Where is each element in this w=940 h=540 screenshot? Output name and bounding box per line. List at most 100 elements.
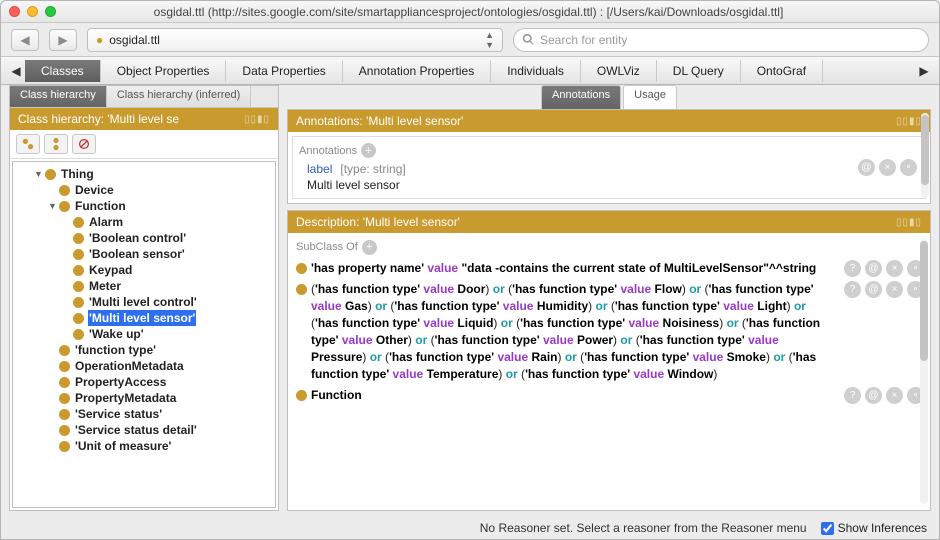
description-header-title: Description: 'Multi level sensor' xyxy=(296,215,460,229)
tree-node[interactable]: Keypad xyxy=(19,262,271,278)
tree-node[interactable]: 'Multi level control' xyxy=(19,294,271,310)
tree-node-label: 'Multi level control' xyxy=(88,294,198,310)
back-button[interactable]: ◀ xyxy=(11,29,39,51)
tab-annotation-properties[interactable]: Annotation Properties xyxy=(343,60,491,82)
annotations-panel: Annotations: 'Multi level sensor' ▯▯▮▯ A… xyxy=(287,109,931,204)
details-column: AnnotationsUsage Annotations: 'Multi lev… xyxy=(287,85,931,511)
search-input[interactable]: Search for entity xyxy=(513,28,929,52)
class-icon xyxy=(59,409,70,420)
tree-node-label: Device xyxy=(74,182,115,198)
delete-class-button[interactable] xyxy=(72,134,96,154)
axiom-row[interactable]: Function?@×∘ xyxy=(296,387,924,404)
disclosure-icon[interactable]: ▼ xyxy=(47,198,58,214)
add-axiom-button[interactable]: + xyxy=(362,240,377,255)
annotations-section-label: Annotations + xyxy=(299,143,919,158)
tab-dl-query[interactable]: DL Query xyxy=(657,60,741,82)
tree-node[interactable]: ▼Thing xyxy=(19,166,271,182)
annotation-more-button[interactable]: ∘ xyxy=(900,159,917,176)
annotation-property: label xyxy=(307,162,332,176)
annotation-at-button[interactable]: @ xyxy=(858,159,875,176)
disclosure-icon[interactable]: ▼ xyxy=(33,166,44,182)
tree-node[interactable]: 'Unit of measure' xyxy=(19,438,271,454)
tab-ontograf[interactable]: OntoGraf xyxy=(741,60,823,82)
axiom-action-button[interactable]: @ xyxy=(865,387,882,404)
show-inferences-checkbox[interactable] xyxy=(821,522,834,535)
class-icon xyxy=(73,281,84,292)
axiom-row[interactable]: 'has property name' value "data -contain… xyxy=(296,260,924,277)
tree-node[interactable]: 'Boolean control' xyxy=(19,230,271,246)
ontology-dropdown[interactable]: ● osgidal.ttl ▲▼ xyxy=(87,28,503,52)
tree-node[interactable]: OperationMetadata xyxy=(19,358,271,374)
tabbar-scroll-right[interactable]: ▶ xyxy=(915,61,933,81)
tree-node-label: OperationMetadata xyxy=(74,358,185,374)
add-annotation-button[interactable]: + xyxy=(361,143,376,158)
class-icon xyxy=(45,169,56,180)
axiom-row[interactable]: ('has function type' value Door) or ('ha… xyxy=(296,281,924,383)
axiom-action-button[interactable]: @ xyxy=(865,260,882,277)
panel-controls-icon[interactable]: ▯▯▮▯ xyxy=(244,114,270,125)
tab-object-properties[interactable]: Object Properties xyxy=(101,60,227,82)
axiom-action-button[interactable]: × xyxy=(886,387,903,404)
forward-button[interactable]: ▶ xyxy=(49,29,77,51)
class-tree[interactable]: ▼ThingDevice▼FunctionAlarm'Boolean contr… xyxy=(12,161,276,508)
class-icon xyxy=(296,263,307,274)
panel-controls-icon[interactable]: ▯▯▮▯ xyxy=(896,217,922,228)
tab-individuals[interactable]: Individuals xyxy=(491,60,581,82)
tree-node[interactable]: 'Service status detail' xyxy=(19,422,271,438)
axiom-action-button[interactable]: ? xyxy=(844,260,861,277)
main-window: osgidal.ttl (http://sites.google.com/sit… xyxy=(0,0,940,540)
class-icon xyxy=(296,390,307,401)
class-icon xyxy=(73,249,84,260)
show-inferences-label: Show Inferences xyxy=(838,521,927,535)
axiom-text: 'has property name' value "data -contain… xyxy=(311,260,834,277)
tree-node[interactable]: 'Boolean sensor' xyxy=(19,246,271,262)
tree-node[interactable]: PropertyMetadata xyxy=(19,390,271,406)
annotation-row[interactable]: label [type: string] xyxy=(307,162,919,176)
axiom-action-button[interactable]: @ xyxy=(865,281,882,298)
hierarchy-header: Class hierarchy: 'Multi level se ▯▯▮▯ xyxy=(10,108,278,130)
annotations-section-text: Annotations xyxy=(299,145,357,157)
details-tab-annotations[interactable]: Annotations xyxy=(541,85,621,109)
class-icon xyxy=(59,361,70,372)
show-inferences-toggle[interactable]: Show Inferences xyxy=(821,521,927,535)
hierarchy-tab-0[interactable]: Class hierarchy xyxy=(10,86,107,107)
axiom-actions: ?@×∘ xyxy=(844,260,924,277)
hierarchy-tab-1[interactable]: Class hierarchy (inferred) xyxy=(107,86,251,107)
add-sibling-button[interactable] xyxy=(16,134,40,154)
add-child-button[interactable] xyxy=(44,134,68,154)
scrollbar-thumb[interactable] xyxy=(920,241,928,361)
details-tab-usage[interactable]: Usage xyxy=(623,85,677,109)
annotation-delete-button[interactable]: × xyxy=(879,159,896,176)
axiom-action-button[interactable]: × xyxy=(886,281,903,298)
tree-node[interactable]: 'Wake up' xyxy=(19,326,271,342)
tree-node[interactable]: Alarm xyxy=(19,214,271,230)
tab-classes[interactable]: Classes xyxy=(25,60,101,82)
details-subtabs: AnnotationsUsage xyxy=(287,85,931,109)
tree-node[interactable]: ▼Function xyxy=(19,198,271,214)
tabbar-scroll-left[interactable]: ◀ xyxy=(7,61,25,81)
hierarchy-toolbar xyxy=(10,130,278,159)
axiom-action-button[interactable]: ? xyxy=(844,281,861,298)
ontology-icon: ● xyxy=(96,33,103,47)
panel-controls-icon[interactable]: ▯▯▮▯ xyxy=(896,116,922,127)
tree-node[interactable]: 'Service status' xyxy=(19,406,271,422)
description-body: SubClass Of + 'has property name' value … xyxy=(288,233,930,423)
axiom-action-button[interactable]: ? xyxy=(844,387,861,404)
tab-data-properties[interactable]: Data Properties xyxy=(226,60,342,82)
axiom-action-button[interactable]: × xyxy=(886,260,903,277)
tree-node[interactable]: 'function type' xyxy=(19,342,271,358)
class-icon xyxy=(59,345,70,356)
scrollbar-thumb[interactable] xyxy=(921,115,929,185)
tree-node-label: 'Unit of measure' xyxy=(74,438,172,454)
tree-node[interactable]: PropertyAccess xyxy=(19,374,271,390)
tree-node-label: PropertyMetadata xyxy=(74,390,177,406)
axiom-text: ('has function type' value Door) or ('ha… xyxy=(311,281,834,383)
tab-owlviz[interactable]: OWLViz xyxy=(581,60,657,82)
tree-node[interactable]: Meter xyxy=(19,278,271,294)
class-icon xyxy=(73,233,84,244)
annotations-body: Annotations + @ × ∘ label [type: string] xyxy=(292,136,926,199)
tree-node[interactable]: Device xyxy=(19,182,271,198)
class-icon xyxy=(73,265,84,276)
workspace: Class hierarchyClass hierarchy (inferred… xyxy=(9,85,931,511)
tree-node[interactable]: 'Multi level sensor' xyxy=(19,310,271,326)
